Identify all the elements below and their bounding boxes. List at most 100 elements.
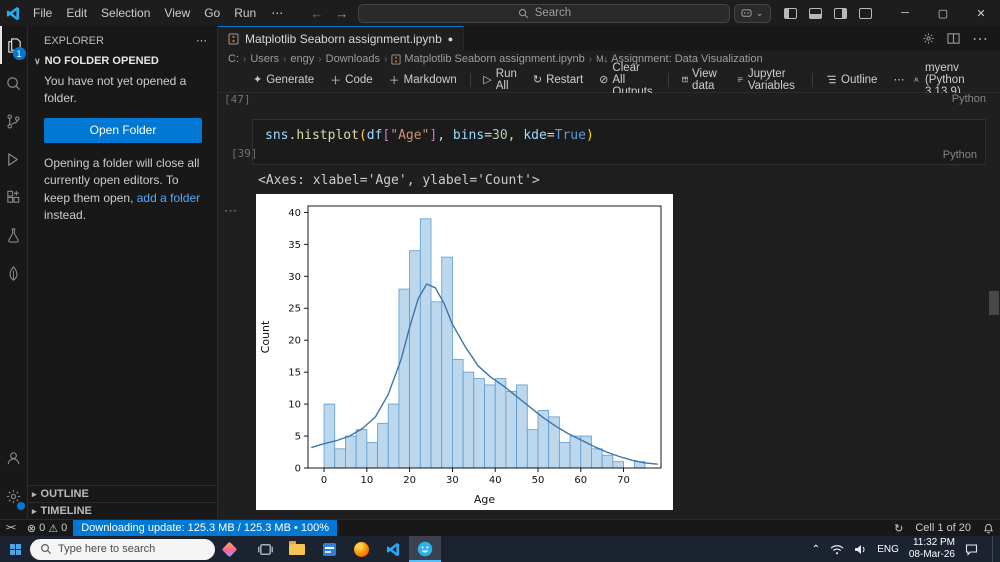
source-control-icon <box>7 114 20 128</box>
output-menu-button[interactable]: ⋯ <box>224 203 237 219</box>
language-indicator[interactable]: ENG <box>877 544 899 555</box>
command-center-search[interactable]: Search <box>358 3 731 23</box>
timeline-label: TIMELINE <box>40 505 92 517</box>
open-folder-button[interactable]: Open Folder <box>44 117 202 143</box>
add-folder-link[interactable]: add a folder <box>137 191 200 205</box>
split-editor-icon[interactable] <box>947 32 960 45</box>
warnings-count: 0 <box>61 522 68 534</box>
windows-logo-icon <box>9 543 21 555</box>
firefox-button[interactable] <box>345 536 377 562</box>
breadcrumb-drive[interactable]: C: <box>228 53 239 65</box>
cell-position-indicator[interactable]: Cell 1 of 20 <box>909 520 977 537</box>
view-data-button[interactable]: View data <box>675 68 729 92</box>
problems-indicator[interactable]: ⊗ 0 ⚠ 0 <box>21 520 73 537</box>
blue-app-button[interactable] <box>313 536 345 562</box>
settings-button[interactable] <box>0 477 28 515</box>
activity-bar: 1 <box>0 26 28 519</box>
cell-language-picker[interactable]: Python <box>943 149 977 161</box>
activity-run-debug-button[interactable] <box>0 140 28 178</box>
tab-more-button[interactable]: ⋯ <box>972 29 988 49</box>
copilot-menu-button[interactable]: ⌄ <box>734 3 771 23</box>
active-app-button[interactable] <box>409 536 441 562</box>
activity-testing-button[interactable] <box>0 216 28 254</box>
toggle-secondary-sidebar-icon[interactable] <box>834 7 847 19</box>
tab-dirty-dot[interactable]: ● <box>448 34 453 44</box>
taskbar-search-box[interactable]: Type here to search <box>30 538 215 560</box>
titlebar: File Edit Selection View Go Run ⋯ ← → Se… <box>0 0 1000 26</box>
menu-selection[interactable]: Selection <box>94 0 157 26</box>
add-code-button[interactable]: ＋ Code <box>323 69 380 91</box>
search-highlights-icon[interactable] <box>221 541 238 557</box>
run-all-button[interactable]: ▷ Run All <box>476 68 524 92</box>
svg-text:60: 60 <box>574 475 587 486</box>
customize-layout-icon[interactable] <box>859 7 872 19</box>
tab-title: Matplotlib Seaborn assignment.ipynb <box>245 32 442 46</box>
nav-back-icon[interactable]: ← <box>304 6 329 21</box>
action-center-icon[interactable] <box>965 543 978 556</box>
notifications-button[interactable] <box>977 520 1000 537</box>
tray-chevron-icon[interactable]: ⌃ <box>812 544 820 555</box>
accounts-button[interactable] <box>0 439 28 477</box>
sidebar-more-button[interactable]: ⋯ <box>196 34 207 47</box>
file-explorer-button[interactable] <box>281 536 313 562</box>
breadcrumb-file[interactable]: Matplotlib Seaborn assignment.ipynb <box>404 53 584 65</box>
svg-text:Count: Count <box>259 320 272 353</box>
prev-cell-execution-count: [47] <box>224 93 251 106</box>
svg-text:5: 5 <box>295 432 301 443</box>
add-markdown-button[interactable]: ＋ Markdown <box>382 69 464 91</box>
activity-source-control-button[interactable] <box>0 102 28 140</box>
svg-text:25: 25 <box>288 304 301 315</box>
volume-icon[interactable] <box>854 544 867 555</box>
menu-run[interactable]: Run <box>227 0 263 26</box>
breadcrumb-engy[interactable]: engy <box>290 53 314 65</box>
menu-view[interactable]: View <box>157 0 197 26</box>
window-close-button[interactable]: ✕ <box>962 0 1000 26</box>
window-minimize-button[interactable]: ─ <box>886 0 924 26</box>
menu-file[interactable]: File <box>26 0 59 26</box>
window-maximize-button[interactable]: ▢ <box>924 0 962 26</box>
jupyter-variables-button[interactable]: Jupyter Variables <box>730 68 806 92</box>
activity-search-button[interactable] <box>0 64 28 102</box>
restart-button[interactable]: ↻ Restart <box>526 69 590 91</box>
no-folder-section-header[interactable]: ∨ NO FOLDER OPENED <box>28 53 217 71</box>
run-icon: ▷ <box>483 74 492 86</box>
clock[interactable]: 11:32 PM 08-Mar-26 <box>909 537 955 562</box>
svg-text:15: 15 <box>288 368 301 379</box>
sync-indicator[interactable]: ↻ <box>888 520 909 537</box>
outline-button[interactable]: Outline <box>819 69 884 91</box>
clear-outputs-button[interactable]: ⊘ Clear All Outputs <box>592 62 662 98</box>
code-cell[interactable]: [39] sns.histplot(df["Age"], bins=30, kd… <box>231 119 986 165</box>
mail-app-icon <box>322 542 336 556</box>
cell-code-line[interactable]: sns.histplot(df["Age"], bins=30, kde=Tru… <box>253 120 985 145</box>
editor-scrollbar[interactable] <box>989 291 999 315</box>
vscode-button[interactable] <box>377 536 409 562</box>
activity-mongodb-button[interactable] <box>0 254 28 292</box>
menu-go[interactable]: Go <box>197 0 227 26</box>
activity-extensions-button[interactable] <box>0 178 28 216</box>
task-view-button[interactable] <box>249 536 281 562</box>
activity-explorer-button[interactable]: 1 <box>0 26 28 64</box>
toolbar-more-button[interactable]: ⋯ <box>886 69 911 91</box>
nav-forward-icon[interactable]: → <box>329 6 354 21</box>
ellipsis-icon: ⋯ <box>893 74 905 86</box>
outline-section-header[interactable]: ▸ OUTLINE <box>28 485 217 502</box>
search-label: Search <box>534 7 572 19</box>
remote-indicator[interactable]: >< <box>0 520 21 537</box>
clear-icon: ⊘ <box>599 74 609 86</box>
show-desktop-button[interactable] <box>992 536 996 562</box>
prev-cell-language[interactable]: Python <box>952 93 986 105</box>
toggle-panel-icon[interactable] <box>809 7 822 19</box>
breadcrumb-downloads[interactable]: Downloads <box>326 53 380 65</box>
menu-edit[interactable]: Edit <box>59 0 94 26</box>
generate-button[interactable]: ✦ Generate <box>246 69 321 91</box>
download-progress[interactable]: Downloading update: 125.3 MB / 125.3 MB … <box>73 519 338 537</box>
wifi-icon[interactable] <box>830 544 844 555</box>
timeline-section-header[interactable]: ▸ TIMELINE <box>28 502 217 519</box>
toggle-sidebar-icon[interactable] <box>784 7 797 19</box>
start-button[interactable] <box>0 536 30 562</box>
plus-icon: ＋ <box>388 74 400 87</box>
breadcrumb-users[interactable]: Users <box>250 53 279 65</box>
tab-notebook[interactable]: Matplotlib Seaborn assignment.ipynb ● <box>218 26 465 51</box>
menu-overflow[interactable]: ⋯ <box>263 6 291 20</box>
tab-gear-icon[interactable] <box>922 32 935 45</box>
